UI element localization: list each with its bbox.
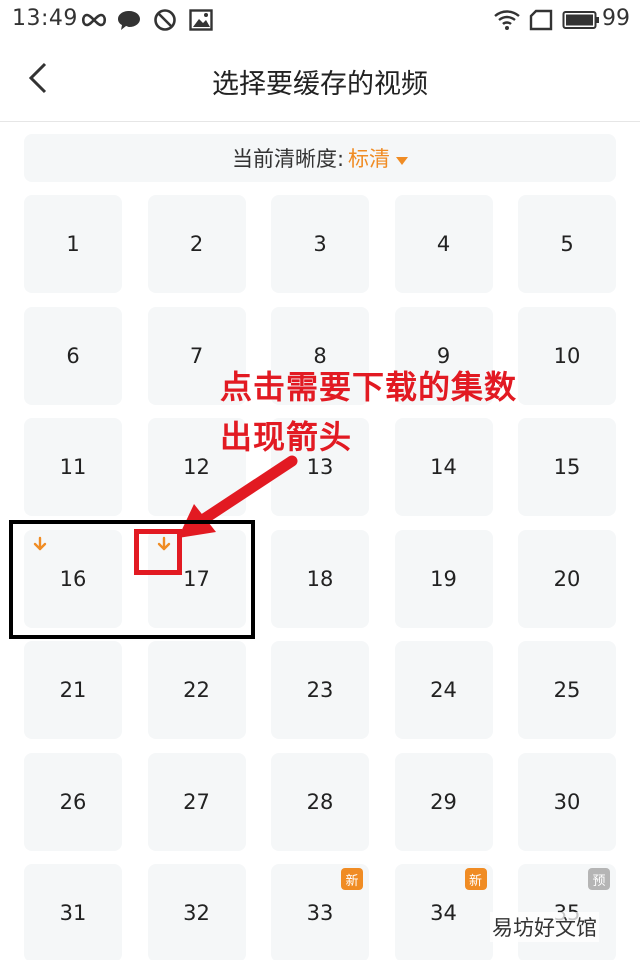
page-title: 选择要缓存的视频 (212, 69, 428, 100)
episode-number: 24 (430, 678, 457, 702)
sim-card-icon (528, 6, 554, 34)
episode-number: 22 (183, 678, 210, 702)
wifi-icon (492, 6, 522, 34)
episode-cell[interactable]: 23 (271, 641, 369, 739)
episode-number: 2 (189, 232, 204, 256)
image-icon (188, 6, 214, 34)
episode-number: 23 (306, 678, 334, 702)
new-badge: 新 (464, 868, 487, 890)
episode-cell[interactable]: 11 (24, 418, 122, 516)
quality-label: 当前清晰度: (231, 147, 345, 171)
episode-cell[interactable]: 20 (518, 529, 616, 628)
episode-cell[interactable]: 19 (394, 529, 493, 628)
episode-number: 6 (66, 343, 80, 368)
episode-number: 21 (59, 678, 87, 702)
episode-number: 28 (306, 789, 334, 814)
episode-cell[interactable]: 29 (394, 752, 493, 851)
episode-cell[interactable]: 32 (147, 864, 246, 960)
infinity-icon (80, 6, 108, 34)
annotation-line-2: 出现箭头 (220, 418, 353, 456)
annotation-text: 点击需要下载的集数 出现箭头 (220, 362, 580, 462)
new-badge: 新 (341, 868, 363, 890)
episode-cell[interactable]: 33 新 (271, 864, 369, 960)
episode-number: 32 (183, 901, 210, 925)
watermark: 易坊好文馆 (490, 912, 599, 942)
preview-badge: 预 (588, 868, 610, 890)
episode-cell[interactable]: 27 (147, 752, 246, 851)
chat-bubble-icon (116, 6, 142, 34)
quality-value: 标清 (348, 147, 391, 171)
episode-cell[interactable]: 24 (394, 641, 493, 739)
episode-number: 29 (430, 789, 457, 814)
episode-number: 11 (59, 455, 87, 479)
episode-number: 5 (560, 232, 574, 256)
episode-number: 27 (183, 789, 210, 814)
episode-number: 20 (553, 566, 581, 591)
episode-cell[interactable]: 5 (518, 195, 616, 293)
screen: 13:49 99 选择要缓存的视频 当前清晰度: 标清 1 2 3 4 5 6 … (0, 0, 640, 960)
episode-number: 1 (66, 232, 80, 256)
highlight-box-arrow (134, 529, 182, 575)
episode-number: 18 (306, 566, 334, 591)
episode-cell[interactable]: 6 (24, 306, 122, 405)
caret-down-icon (396, 146, 409, 170)
episode-cell[interactable]: 34 新 (394, 864, 493, 960)
status-time: 13:49 (12, 6, 78, 31)
do-not-disturb-icon (152, 6, 178, 34)
battery-level: 99 (602, 6, 630, 31)
episode-cell[interactable]: 1 (24, 195, 122, 293)
battery-icon (562, 6, 600, 34)
episode-cell[interactable]: 30 (518, 752, 616, 851)
status-bar: 13:49 99 (0, 0, 640, 40)
episode-number: 19 (430, 566, 457, 591)
episode-cell[interactable]: 28 (271, 752, 369, 851)
episode-cell[interactable]: 4 (394, 195, 493, 293)
episode-cell[interactable]: 31 (24, 864, 122, 960)
episode-cell[interactable]: 18 (271, 529, 369, 628)
episode-number: 3 (313, 232, 327, 256)
episode-cell[interactable]: 25 (518, 641, 616, 739)
episode-cell[interactable]: 3 (271, 195, 369, 293)
episode-number: 4 (436, 232, 451, 256)
quality-selector[interactable]: 当前清晰度: 标清 (24, 134, 616, 182)
episode-cell[interactable]: 2 (147, 195, 246, 293)
highlight-box-episodes (9, 520, 255, 639)
episode-cell[interactable]: 22 (147, 641, 246, 739)
episode-number: 30 (553, 789, 581, 814)
episode-number: 26 (59, 789, 87, 814)
nav-bar: 选择要缓存的视频 (0, 40, 640, 122)
episode-number: 25 (553, 678, 581, 702)
episode-cell[interactable]: 26 (24, 752, 122, 851)
annotation-line-1: 点击需要下载的集数 (220, 368, 518, 406)
episode-number: 31 (59, 901, 87, 925)
episode-cell[interactable]: 21 (24, 641, 122, 739)
